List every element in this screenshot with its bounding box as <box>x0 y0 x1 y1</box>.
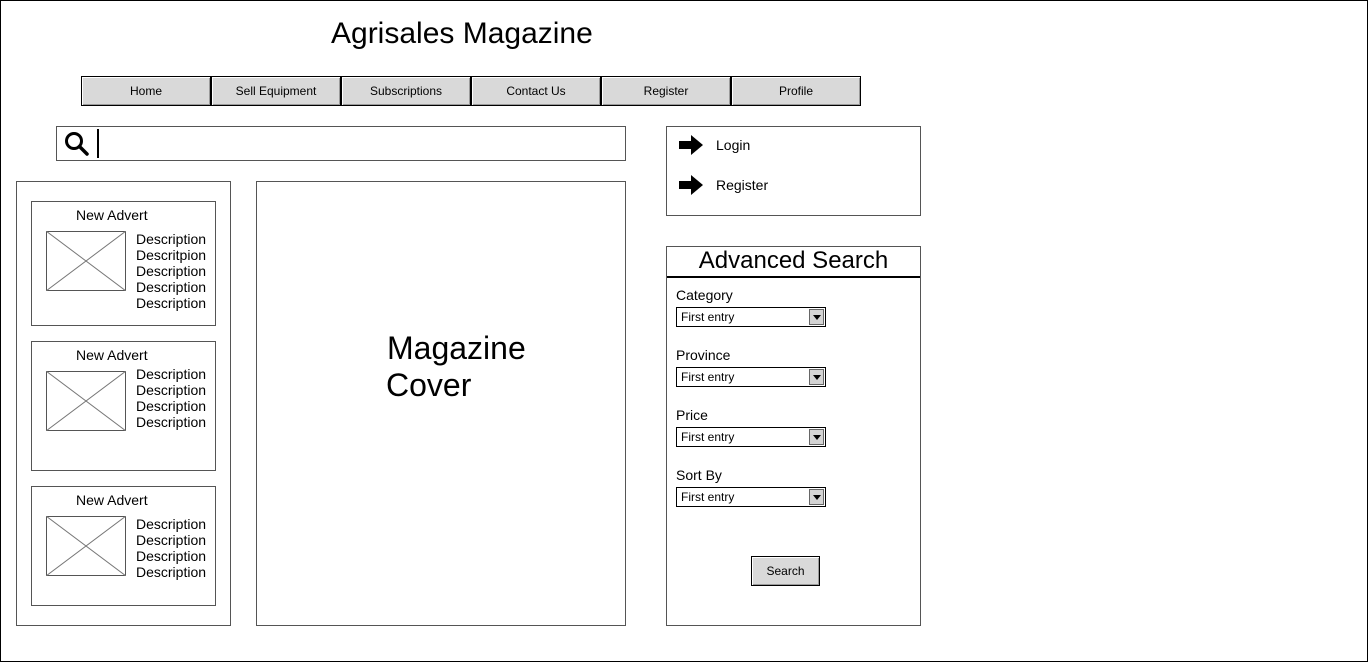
sort-by-label: Sort By <box>676 467 722 483</box>
advert-description: Description Description Description Desc… <box>136 516 206 580</box>
price-selected-value: First entry <box>681 430 735 444</box>
nav-contact-us-button[interactable]: Contact Us <box>471 76 601 106</box>
price-select[interactable]: First entry <box>676 427 826 447</box>
image-placeholder-icon <box>46 231 126 291</box>
dropdown-arrow-icon[interactable] <box>809 489 824 505</box>
site-title: Agrisales Magazine <box>331 17 593 50</box>
description-line: Description <box>136 263 207 279</box>
category-selected-value: First entry <box>681 310 735 324</box>
advert-title: New Advert <box>76 492 148 508</box>
price-label: Price <box>676 407 708 423</box>
image-placeholder-icon <box>46 371 126 431</box>
search-input[interactable] <box>97 129 99 158</box>
account-panel: Login Register <box>666 126 921 216</box>
cover-label-line: Magazine <box>387 330 526 366</box>
description-line: Description <box>136 366 207 382</box>
nav-home-button[interactable]: Home <box>81 76 211 106</box>
arrow-right-icon <box>679 175 703 195</box>
advert-card[interactable]: New Advert Description Description Descr… <box>31 341 216 471</box>
dropdown-arrow-icon[interactable] <box>809 309 824 325</box>
nav-subscriptions-button[interactable]: Subscriptions <box>341 76 471 106</box>
sort-by-select[interactable]: First entry <box>676 487 826 507</box>
description-line: Description <box>136 382 207 398</box>
nav-register-button[interactable]: Register <box>601 76 731 106</box>
description-line: Description <box>136 548 207 564</box>
description-line: Description <box>136 279 207 295</box>
dropdown-arrow-icon[interactable] <box>809 369 824 385</box>
province-label: Province <box>676 347 731 363</box>
register-link[interactable]: Register <box>679 175 768 195</box>
advanced-search-title: Advanced Search <box>667 247 920 278</box>
magazine-cover-label: Magazine Cover <box>386 330 526 404</box>
description-line: Description <box>136 231 207 247</box>
description-line: Description <box>136 295 207 311</box>
search-button[interactable]: Search <box>751 556 820 586</box>
description-line: Description <box>136 516 207 532</box>
advert-description: Description Descritpion Description Desc… <box>136 231 206 311</box>
province-select[interactable]: First entry <box>676 367 826 387</box>
register-label: Register <box>716 177 769 193</box>
adverts-panel: New Advert Description Descritpion Descr… <box>16 181 231 626</box>
advert-card[interactable]: New Advert Description Description Descr… <box>31 486 216 606</box>
arrow-right-icon <box>679 135 703 155</box>
login-link[interactable]: Login <box>679 135 750 155</box>
advert-title: New Advert <box>76 207 148 223</box>
category-label: Category <box>676 287 733 303</box>
search-icon[interactable] <box>57 127 97 160</box>
description-line: Description <box>136 532 207 548</box>
description-line: Description <box>136 398 207 414</box>
advert-title: New Advert <box>76 347 148 363</box>
image-placeholder-icon <box>46 516 126 576</box>
description-line: Description <box>136 414 207 430</box>
nav-sell-equipment-button[interactable]: Sell Equipment <box>211 76 341 106</box>
cover-label-line: Cover <box>386 367 472 403</box>
advert-card[interactable]: New Advert Description Descritpion Descr… <box>31 201 216 326</box>
advert-description: Description Description Description Desc… <box>136 366 206 430</box>
dropdown-arrow-icon[interactable] <box>809 429 824 445</box>
search-bar <box>56 126 626 161</box>
advanced-search-panel: Advanced Search Category First entry Pro… <box>666 246 921 626</box>
sort-by-selected-value: First entry <box>681 490 735 504</box>
description-line: Description <box>136 564 207 580</box>
nav-profile-button[interactable]: Profile <box>731 76 861 106</box>
province-selected-value: First entry <box>681 370 735 384</box>
category-select[interactable]: First entry <box>676 307 826 327</box>
login-label: Login <box>716 137 751 153</box>
description-line: Descritpion <box>136 247 207 263</box>
